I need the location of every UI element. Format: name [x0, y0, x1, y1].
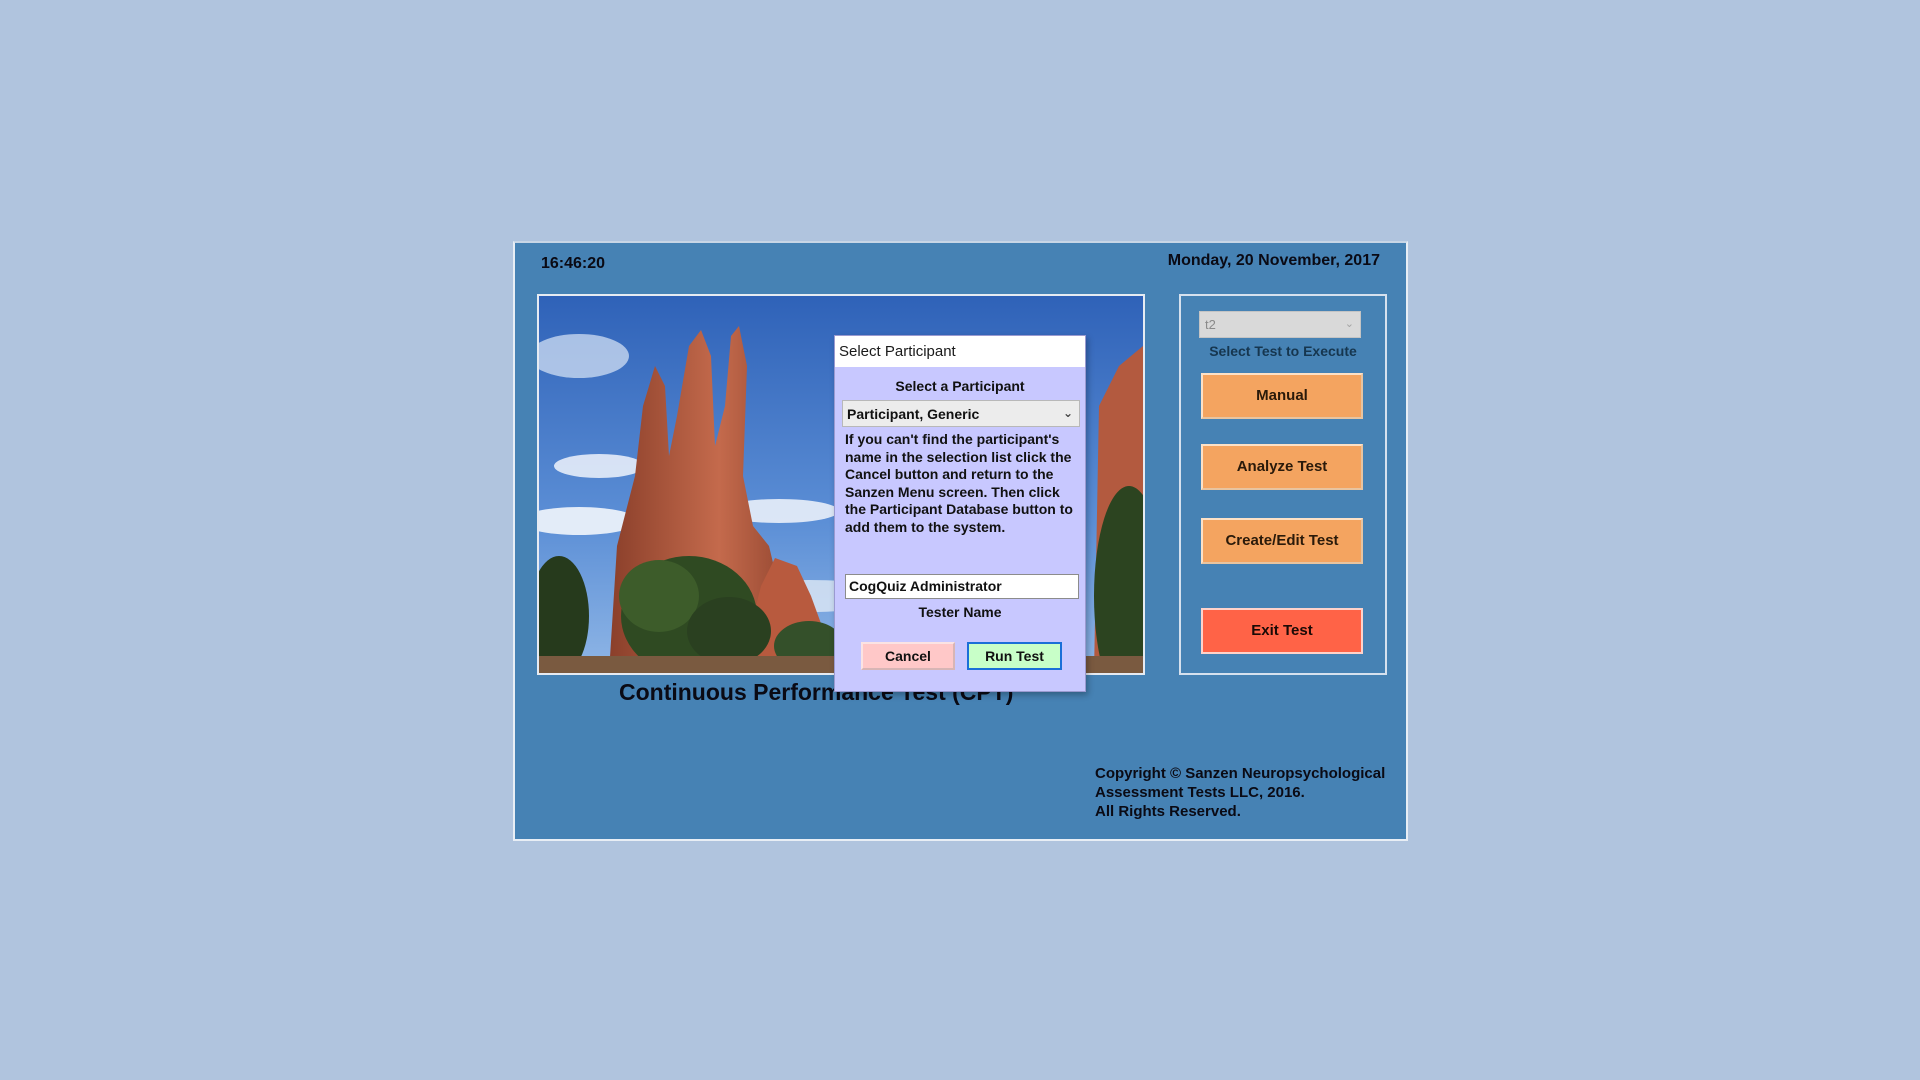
participant-value: Participant, Generic — [847, 406, 980, 422]
manual-button[interactable]: Manual — [1201, 373, 1363, 419]
side-panel: t2 ⌄ Select Test to Execute Manual Analy… — [1179, 294, 1387, 675]
help-text: If you can't find the participant's name… — [845, 431, 1073, 535]
copyright-line: Copyright © Sanzen Neuropsychological — [1095, 765, 1386, 782]
copyright-line: All Rights Reserved. — [1095, 803, 1241, 820]
date-label: Monday, 20 November, 2017 — [1167, 252, 1380, 269]
cancel-button[interactable]: Cancel — [861, 642, 955, 670]
run-test-button[interactable]: Run Test — [967, 642, 1062, 670]
copyright-line: Assessment Tests LLC, 2016. — [1095, 784, 1305, 801]
copyright-notice: Copyright © Sanzen Neuropsychological As… — [1095, 764, 1385, 821]
create-edit-test-button[interactable]: Create/Edit Test — [1201, 518, 1363, 564]
analyze-test-button[interactable]: Analyze Test — [1201, 444, 1363, 490]
test-select-dropdown[interactable]: t2 ⌄ — [1199, 311, 1361, 338]
dialog-title: Select Participant — [835, 336, 1085, 367]
select-participant-dialog: Select Participant Select a Participant … — [834, 335, 1086, 692]
exit-test-button[interactable]: Exit Test — [1201, 608, 1363, 654]
tester-name-caption: Tester Name — [918, 604, 1002, 620]
test-select-value: t2 — [1205, 317, 1216, 332]
participant-dropdown[interactable]: Participant, Generic ⌄ — [842, 400, 1080, 427]
chevron-down-icon: ⌄ — [1062, 406, 1073, 420]
dialog-heading: Select a Participant — [895, 378, 1025, 394]
clock-label: 16:46:20 — [541, 255, 606, 272]
test-select-caption: Select Test to Execute — [1209, 343, 1357, 359]
tester-name-input[interactable]: CogQuiz Administrator — [845, 574, 1079, 599]
chevron-down-icon: ⌄ — [1344, 318, 1354, 330]
